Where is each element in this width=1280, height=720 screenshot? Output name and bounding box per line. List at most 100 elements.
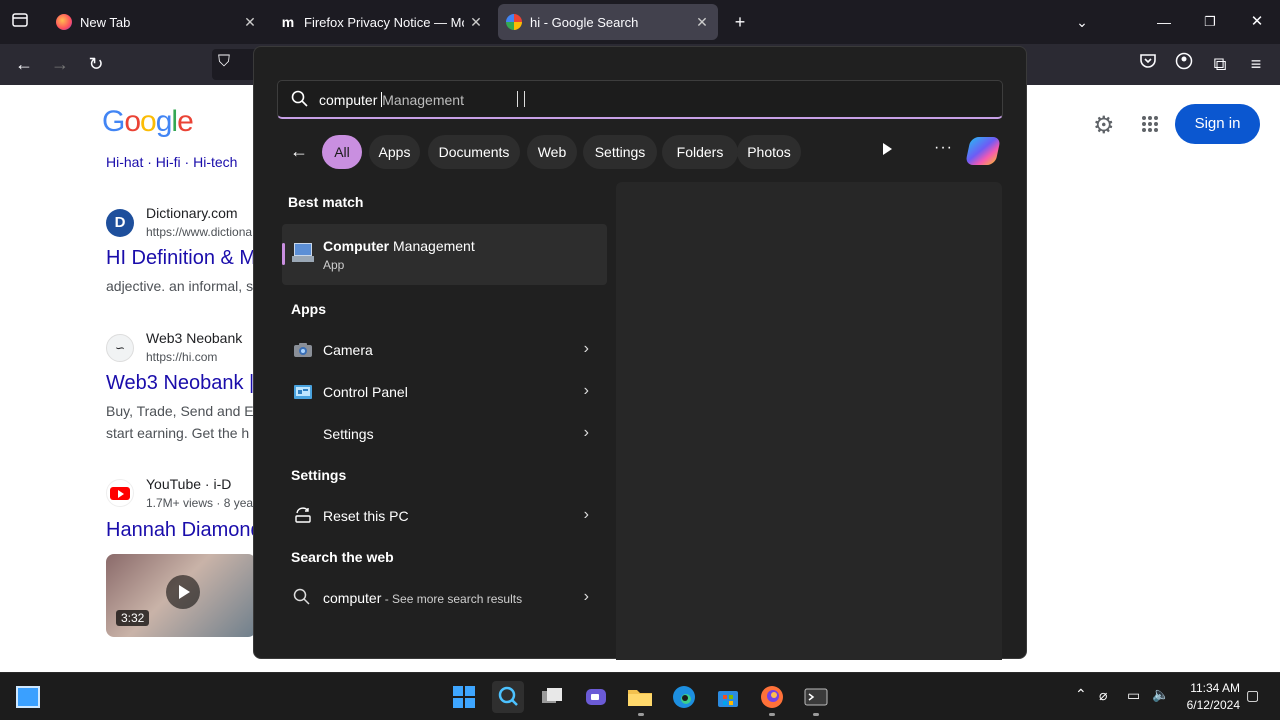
play-more-icon[interactable] [883,143,892,155]
search-taskbar-icon[interactable] [492,681,524,713]
start-button-icon[interactable] [448,681,480,713]
network-disconnected-icon[interactable]: ⌀ [1099,687,1107,704]
chevron-right-icon: › [583,506,589,523]
clock-date[interactable]: 6/12/2024 [1180,698,1240,712]
web3-favicon: ∽ [106,334,134,362]
chevron-up-icon[interactable]: ⌃ [1075,686,1087,703]
firefox-view-icon[interactable] [8,10,32,34]
notifications-icon[interactable]: ▢ [1246,687,1259,704]
close-tab-icon[interactable]: ✕ [238,14,262,31]
filter-settings[interactable]: Settings [583,135,657,169]
tab-firefox-privacy[interactable]: m Firefox Privacy Notice — Mozil ✕ [272,4,492,40]
control-panel-icon [293,382,313,402]
filter-apps[interactable]: Apps [369,135,420,169]
text-cursor-icon [517,91,525,107]
result-site: Web3 Neobank [146,330,243,346]
teams-chat-icon[interactable] [580,681,612,713]
shield-icon[interactable]: ⛉ [218,53,230,71]
account-icon[interactable] [1172,52,1196,76]
taskbar: ⌃ ⌀ ▭ 🔈 11:34 AM 6/12/2024 ▢ [0,672,1280,720]
mozilla-icon: m [281,14,295,30]
firefox-icon [56,14,72,30]
windows-search-panel: computer Management ← All Apps Documents… [253,46,1027,660]
camera-icon [293,340,313,360]
sign-in-button[interactable]: Sign in [1175,104,1260,144]
firefox-taskbar-icon[interactable] [756,681,788,713]
close-window-icon[interactable]: ✕ [1245,10,1269,34]
dictionary-favicon: D [106,209,134,237]
display-icon[interactable]: ▭ [1127,687,1140,704]
task-view-icon[interactable] [536,681,568,713]
filter-folders[interactable]: Folders [662,135,738,169]
play-icon[interactable] [166,575,200,609]
close-tab-icon[interactable]: ✕ [690,14,714,31]
volume-muted-icon[interactable]: 🔈 [1152,686,1169,703]
terminal-icon[interactable] [800,681,832,713]
more-options-icon[interactable]: ··· [934,139,953,157]
best-match-type: App [323,258,345,272]
result-snippet: Buy, Trade, Send and E [106,403,254,419]
extensions-icon[interactable]: ⧉ [1208,52,1232,76]
result-snippet: start earning. Get the h [106,425,250,441]
tab-google-search[interactable]: hi - Google Search ✕ [498,4,718,40]
web-search-item[interactable]: computer - See more search results › [282,578,607,618]
search-icon [291,90,308,112]
result-site: Dictionary.com [146,205,238,221]
app-item-settings[interactable]: Settings › [282,414,607,454]
result-url: https://hi.com [146,350,218,364]
clock-time[interactable]: 11:34 AM [1180,681,1240,695]
filter-photos[interactable]: Photos [737,135,801,169]
related-searches[interactable]: Hi-hat · Hi-fi · Hi-tech [106,154,237,170]
list-tabs-icon[interactable]: ⌄ [1070,10,1094,34]
pocket-icon[interactable] [1136,52,1160,76]
forward-icon[interactable]: → [48,52,72,76]
filter-all[interactable]: All [322,135,362,169]
result-meta: 1.7M+ views · 8 yea [146,496,254,510]
search-box[interactable]: computer Management [277,80,1003,119]
web-query: computer [323,590,382,606]
video-thumbnail[interactable]: 3:32 [106,554,256,637]
result-site: YouTube · i-D [146,476,232,492]
result-title-link[interactable]: HI Definition & M [106,247,256,270]
filter-documents[interactable]: Documents [428,135,520,169]
tab-strip: New Tab ✕ m Firefox Privacy Notice — Moz… [0,0,1280,44]
google-logo[interactable]: Google [102,105,194,139]
back-icon[interactable]: ← [12,52,36,76]
copilot-icon[interactable] [965,137,1001,165]
result-title-link[interactable]: Web3 Neobank | [106,372,254,395]
restore-icon[interactable]: ❐ [1198,10,1222,34]
edge-icon[interactable] [668,681,700,713]
best-match-item[interactable]: Computer Management App [282,224,607,285]
app-item-control-panel[interactable]: Control Panel › [282,372,607,412]
chevron-right-icon: › [583,424,589,441]
back-arrow-icon[interactable]: ← [290,141,308,162]
chevron-right-icon: › [583,588,589,605]
reset-pc-icon [293,506,313,526]
best-match-heading: Best match [288,194,364,210]
search-icon [293,588,313,608]
setting-item-reset-pc[interactable]: Reset this PC › [282,496,607,536]
new-tab-icon[interactable]: + [728,10,752,34]
settings-gear-icon[interactable]: ⚙ [1093,111,1115,140]
widgets-icon[interactable] [16,686,40,708]
preview-pane [616,182,1002,660]
tab-new-tab[interactable]: New Tab ✕ [48,4,266,40]
close-tab-icon[interactable]: ✕ [464,14,488,31]
result-url: https://www.dictiona [146,225,253,239]
youtube-favicon [106,479,134,507]
apps-heading: Apps [291,301,326,317]
reload-icon[interactable]: ↻ [84,52,108,76]
app-item-camera[interactable]: Camera › [282,330,607,370]
chevron-right-icon: › [583,340,589,357]
filter-web[interactable]: Web [527,135,577,169]
result-title-link[interactable]: Hannah Diamond [106,519,262,542]
store-icon[interactable] [712,681,744,713]
google-apps-icon[interactable] [1141,115,1159,138]
chevron-right-icon: › [583,382,589,399]
video-duration: 3:32 [116,610,150,626]
settings-heading: Settings [291,467,347,483]
search-input[interactable]: computer Management [319,92,464,108]
menu-icon[interactable]: ≡ [1244,52,1268,76]
minimize-icon[interactable]: — [1152,10,1176,34]
file-explorer-icon[interactable] [624,681,656,713]
